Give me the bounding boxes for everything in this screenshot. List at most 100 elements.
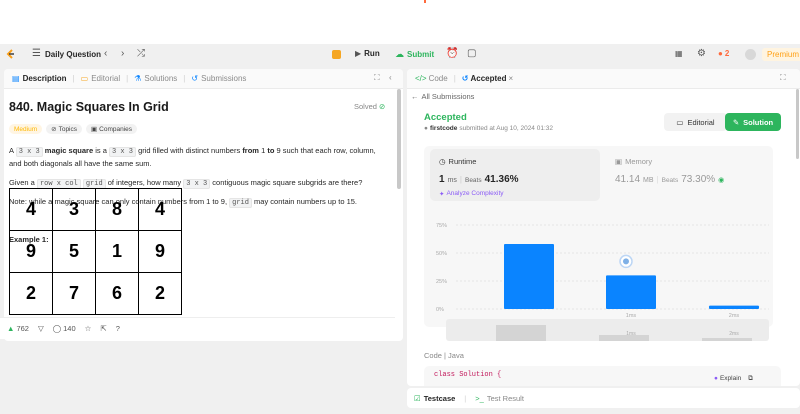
left-scrollbar[interactable] — [397, 89, 401, 189]
sparkle-icon: ✦ — [439, 191, 445, 198]
divider: | — [183, 74, 186, 83]
companies-chip[interactable]: ▣ Companies — [86, 124, 138, 134]
editorial-button[interactable]: ▭ Editorial — [664, 113, 727, 131]
tab-editorial[interactable]: ▭ Editorial — [81, 74, 120, 83]
divider: | — [72, 74, 75, 83]
tab-accepted[interactable]: ↺ Accepted × — [462, 74, 513, 83]
close-icon[interactable]: × — [509, 74, 514, 83]
grid-cell: 4 — [138, 188, 182, 231]
x-tick-label: 1ms — [626, 313, 637, 319]
comments-button[interactable]: ◯ 140 — [53, 324, 76, 333]
thumbs-down-icon[interactable]: ▽ — [38, 324, 44, 333]
shuffle-icon[interactable]: ⤮ — [137, 48, 145, 59]
right-scrollbar[interactable] — [796, 89, 799, 159]
streak-badge[interactable]: ● 2 — [718, 49, 729, 58]
layout-icon[interactable]: ▦ — [675, 49, 683, 58]
prev-icon[interactable]: ‹ — [104, 48, 107, 59]
grid-row: 4 3 8 4 — [9, 188, 182, 231]
premium-button[interactable]: Premium — [762, 48, 800, 61]
flask-icon: ⚗ — [134, 74, 142, 83]
slider-label: 2ms — [729, 331, 739, 337]
document-icon: ▤ — [12, 74, 20, 83]
y-tick-label: 50% — [436, 251, 447, 257]
comment-icon: ◯ — [52, 324, 62, 333]
cloud-upload-icon: ☁ — [395, 49, 404, 59]
right-tabbar: </> Code | ↺ Accepted × ⛶ — [407, 69, 800, 89]
chip-icon: ▣ — [615, 157, 623, 166]
submitted-info: ● firstcode submitted at Aug 10, 2024 01… — [424, 125, 553, 132]
left-bottom-fill — [4, 342, 403, 386]
grid-cell: 9 — [138, 230, 182, 273]
left-bottom-bar: ▲ 762 ▽ ◯ 140 ☆ ⇱ ? — [0, 317, 395, 339]
star-icon[interactable]: ☆ — [85, 324, 92, 333]
runtime-value: 1 ms | Beats 41.36% — [439, 174, 519, 185]
explain-button[interactable]: ● Explain ⧉ — [714, 375, 753, 383]
terminal-icon: >_ — [475, 393, 484, 403]
divider: | — [459, 175, 462, 184]
tag-row: Medium ⊘ Topics ▣ Companies — [9, 124, 138, 134]
grid-row: 9 5 1 9 — [9, 230, 182, 273]
runtime-label: ◷ Runtime — [439, 157, 477, 166]
check-circle-icon: ⊘ — [378, 102, 386, 111]
expand-icon[interactable]: ⛶ — [374, 73, 380, 83]
collapse-icon[interactable]: ‹ — [389, 73, 392, 82]
logo-icon[interactable] — [6, 49, 15, 60]
run-button[interactable]: ▶ Run — [355, 49, 380, 58]
daily-question-link[interactable]: Daily Question — [45, 50, 101, 59]
timer-icon[interactable]: ⏰ — [446, 48, 458, 59]
help-icon[interactable]: ? — [116, 324, 120, 333]
tab-solutions[interactable]: ⚗ Solutions — [134, 74, 177, 83]
grid-cell: 5 — [52, 230, 96, 273]
bar — [709, 305, 759, 309]
analyze-complexity-link[interactable]: ✦ Analyze Complexity — [439, 190, 504, 198]
code-editor[interactable]: class Solution { ● Explain ⧉ — [424, 366, 781, 386]
grid-cell: 4 — [9, 188, 53, 231]
lock-icon: ▣ — [91, 126, 98, 133]
divider: | — [656, 175, 659, 184]
tab-submissions[interactable]: ↺ Submissions — [191, 74, 246, 83]
share-icon[interactable]: ⇱ — [100, 324, 106, 333]
top-nav: ☰ Daily Question ‹ › ⤮ ▶ Run ☁ Submit ⏰ … — [0, 44, 800, 66]
example-grid: 4 3 8 4 9 5 1 9 2 7 6 2 — [9, 188, 182, 315]
grid-row: 2 7 6 2 — [9, 272, 182, 315]
description-paragraph: A 3 x 3 magic square is a 3 x 3 grid fil… — [9, 146, 376, 168]
grid-cell: 1 — [95, 230, 139, 273]
slider-bar — [599, 335, 649, 341]
problem-title: 840. Magic Squares In Grid — [9, 100, 169, 114]
topics-chip[interactable]: ⊘ Topics — [46, 124, 83, 134]
avatar[interactable] — [745, 49, 756, 60]
book-icon: ▭ — [80, 74, 89, 83]
runtime-card[interactable]: ◷ Runtime 1 ms | Beats 41.36% ✦ Analyze … — [430, 149, 600, 201]
all-submissions-link[interactable]: ← All Submissions — [411, 92, 474, 101]
thumbs-up-icon: ▲ — [7, 324, 15, 333]
tab-description[interactable]: ▤ Description — [12, 74, 67, 83]
y-tick-label: 75% — [436, 223, 447, 229]
like-button[interactable]: ▲ 762 — [7, 324, 29, 333]
next-icon[interactable]: › — [121, 48, 124, 59]
solution-button[interactable]: ✎ Solution — [725, 113, 781, 131]
x-tick-label: 2ms — [729, 313, 740, 319]
left-tabbar: ▤ Description | ▭ Editorial | ⚗ Solution… — [4, 69, 403, 89]
sparkle-icon: ● — [714, 375, 718, 382]
gear-icon[interactable]: ⚙ — [697, 48, 706, 59]
y-tick-label: 0% — [436, 307, 444, 313]
submit-button[interactable]: ☁ Submit — [395, 49, 434, 60]
memory-card[interactable]: ▣ Memory 41.14 MB | Beats 73.30% ◉ — [611, 149, 766, 201]
code-icon: </> — [415, 74, 427, 83]
copy-icon[interactable]: ⧉ — [748, 375, 753, 383]
expand-icon[interactable]: ⛶ — [780, 73, 786, 83]
notes-icon[interactable]: ▢ — [467, 48, 476, 59]
code-line: class Solution { — [434, 371, 502, 379]
grid-cell: 2 — [9, 272, 53, 315]
checkbox-icon: ☑ — [414, 393, 421, 403]
grid-cell: 8 — [95, 188, 139, 231]
tab-testcase[interactable]: ☑ Testcase — [414, 394, 455, 403]
debug-icon[interactable] — [332, 50, 341, 59]
list-icon[interactable]: ☰ — [32, 48, 41, 59]
play-icon: ▶ — [355, 49, 362, 58]
tab-test-result[interactable]: >_ Test Result — [475, 394, 524, 403]
username[interactable]: firstcode — [430, 125, 457, 132]
testcase-bar: ☑ Testcase | >_ Test Result — [407, 388, 800, 408]
user-marker-dot — [623, 258, 629, 265]
tab-code[interactable]: </> Code — [415, 74, 448, 83]
